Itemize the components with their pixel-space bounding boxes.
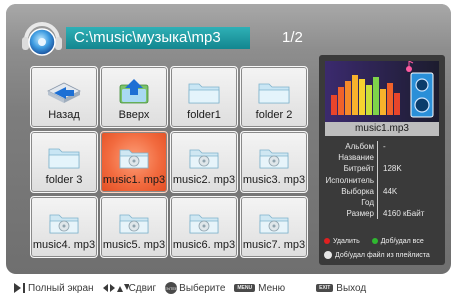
help-menu-label: Меню [258, 282, 286, 294]
property-key: Исполнитель [325, 175, 374, 185]
property-key: Альбом [345, 142, 374, 152]
up-folder-icon [119, 79, 149, 104]
folder-icon [258, 83, 290, 104]
media-player-logo-icon [22, 22, 62, 56]
folder-icon [188, 83, 220, 104]
legend-color-keys: Удалить Доб/удал все [319, 235, 445, 247]
tile-back[interactable]: Назад [30, 66, 98, 128]
tile-folder[interactable]: folder 2 [240, 66, 308, 128]
exit-key-icon: EXIT [316, 284, 334, 292]
tile-music[interactable]: music3. mp3 [240, 131, 308, 193]
tile-music[interactable]: music5. mp3 [100, 196, 168, 258]
back-arrow-icon [47, 82, 81, 103]
property-value [377, 174, 445, 186]
tile-folder[interactable]: folder 3 [30, 131, 98, 193]
red-key-icon [324, 238, 330, 244]
property-row: Альбом - [319, 141, 445, 153]
property-value [377, 196, 445, 209]
tile-music-selected[interactable]: music1. mp3 [100, 131, 168, 193]
help-menu: MENU Меню [234, 283, 285, 294]
help-select: ENTER Выберите [164, 282, 226, 294]
help-exit-label: Выход [336, 282, 367, 294]
play-pause-icon [14, 283, 25, 293]
music-file-icon [189, 149, 219, 169]
enter-key-icon [324, 251, 332, 259]
property-row: Выборка 44K [319, 185, 445, 197]
legend-enter-key: Доб/удал файл из плейлиста [319, 249, 445, 261]
tile-label: folder 3 [45, 174, 83, 186]
tile-label: music4. mp3 [32, 239, 96, 251]
help-fullscreen: Полный экран [14, 283, 94, 294]
property-row: Размер 4160 кБайт [319, 208, 445, 220]
help-select-label: Выберите [179, 282, 226, 294]
music-file-icon [189, 214, 219, 234]
current-path: C:\music\музыка\mp3 [66, 27, 250, 49]
media-browser-window: C:\music\музыка\mp3 1/2 Назад Вверх fold… [6, 4, 451, 274]
legend-add-all: Доб/удал все [380, 237, 424, 245]
tile-label: music7. mp3 [242, 239, 306, 251]
bottom-help-bar: Полный экран Сдвиг ENTER Выберите MENU М… [14, 279, 444, 297]
music-file-icon [119, 214, 149, 234]
property-value: 128K [377, 163, 445, 175]
property-value: 4160 кБайт [377, 208, 445, 220]
tile-label: Назад [48, 109, 80, 121]
tile-label: folder 2 [255, 109, 293, 121]
tile-label: music2. mp3 [172, 174, 236, 186]
file-info-panel: music1.mp3 Альбом - Название Битрейт 128… [319, 55, 445, 265]
page-indicator: 1/2 [282, 29, 303, 46]
legend-add-file: Доб/удал файл из плейлиста [335, 251, 430, 259]
file-grid: Назад Вверх folder1 folder 2 folder 3 mu… [30, 66, 308, 258]
tile-folder[interactable]: folder1 [170, 66, 238, 128]
music-file-icon [49, 214, 79, 234]
music-file-icon [259, 214, 289, 234]
property-row: Битрейт 128K [319, 163, 445, 175]
property-row: Название [319, 152, 445, 164]
thumbnail-caption: music1.mp3 [325, 122, 439, 136]
music-file-icon [259, 149, 289, 169]
enter-button-icon: ENTER [164, 282, 178, 294]
tile-label: music1. mp3 [102, 174, 166, 186]
property-key: Размер [346, 209, 375, 219]
tile-up[interactable]: Вверх [100, 66, 168, 128]
tile-music[interactable]: music6. mp3 [170, 196, 238, 258]
legend-delete: Удалить [333, 237, 360, 245]
property-row: Исполнитель [319, 174, 445, 186]
album-art-thumbnail [325, 61, 439, 123]
file-properties: Альбом - Название Битрейт 128K Исполните… [319, 141, 445, 220]
tile-music[interactable]: music7. mp3 [240, 196, 308, 258]
help-move-label: Сдвиг [128, 282, 157, 294]
music-file-icon [119, 149, 149, 169]
property-key: Битрейт [343, 164, 374, 174]
tile-label: Вверх [118, 109, 150, 121]
tile-label: music6. mp3 [172, 239, 236, 251]
property-value: - [377, 141, 445, 153]
property-key: Название [338, 153, 374, 163]
help-move: Сдвиг [102, 282, 157, 294]
folder-icon [48, 148, 80, 169]
property-value: 44K [377, 185, 445, 197]
property-value [377, 152, 445, 164]
tile-label: folder1 [187, 109, 221, 121]
property-row: Год [319, 196, 445, 209]
tile-label: music5. mp3 [102, 239, 166, 251]
property-key: Выборка [341, 186, 374, 196]
menu-key-icon: MENU [234, 284, 256, 292]
help-exit: EXIT Выход [316, 283, 366, 294]
direction-arrows-icon [102, 284, 129, 292]
tile-music[interactable]: music2. mp3 [170, 131, 238, 193]
property-key: Год [361, 198, 374, 208]
green-key-icon [371, 238, 378, 244]
tile-music[interactable]: music4. mp3 [30, 196, 98, 258]
help-fullscreen-label: Полный экран [28, 282, 94, 294]
tile-label: music3. mp3 [242, 174, 306, 186]
